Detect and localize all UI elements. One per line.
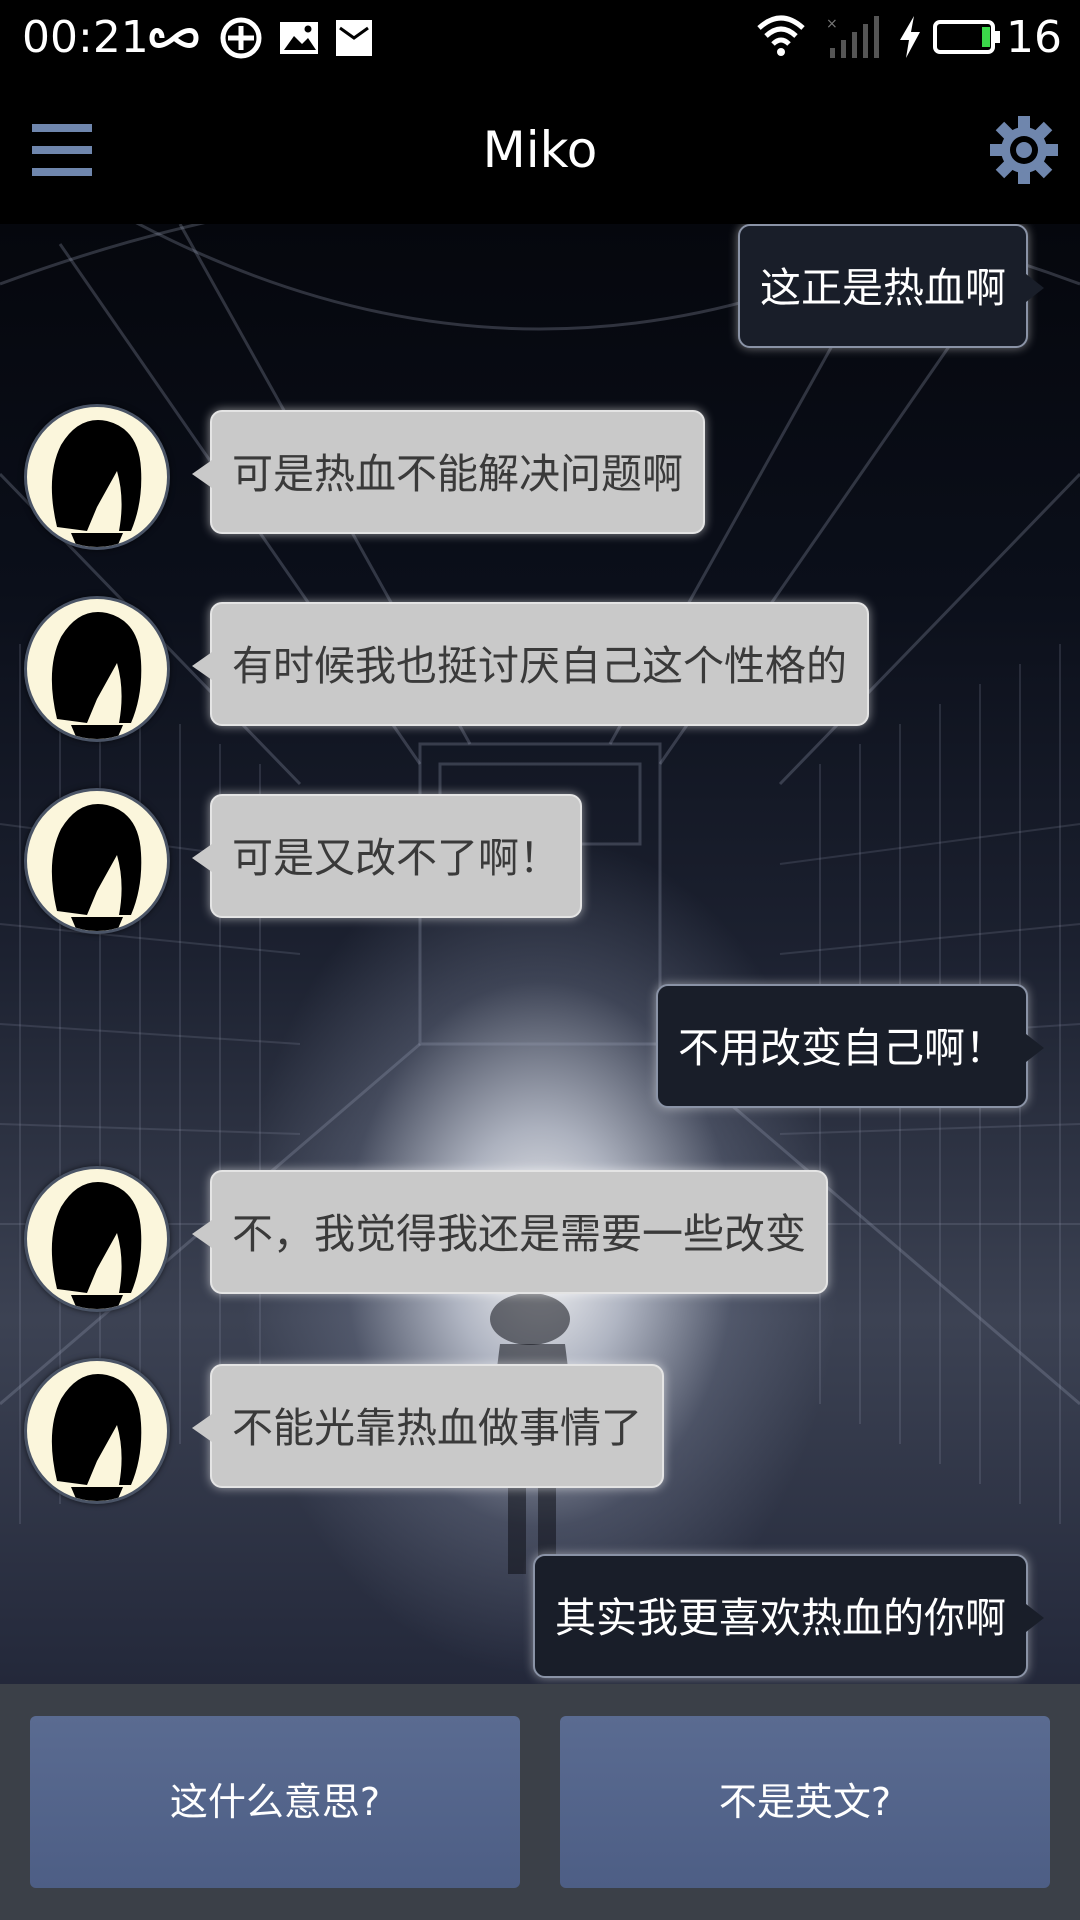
- user-message-bubble: 这正是热血啊: [738, 224, 1044, 348]
- bot-avatar[interactable]: [24, 1358, 170, 1504]
- wifi-icon: [757, 15, 805, 56]
- bot-avatar[interactable]: [24, 404, 170, 550]
- charging-icon: [900, 16, 920, 58]
- screen: 00:21 × 16 Miko 这正是热血啊 可是热血不能解决问题啊 有时候我也…: [0, 0, 1080, 1920]
- bot-message-bubble: 有时候我也挺讨厌自己这个性格的: [192, 602, 869, 726]
- character-silhouette-icon: [51, 612, 142, 739]
- bot-message-bubble: 可是又改不了啊！: [192, 794, 582, 918]
- bot-message-bubble: 可是热血不能解决问题啊: [192, 410, 705, 534]
- bot-avatar[interactable]: [24, 1166, 170, 1312]
- signal-icon: ×: [826, 16, 879, 58]
- character-silhouette-icon: [51, 1182, 142, 1309]
- bot-avatar[interactable]: [24, 788, 170, 934]
- user-message-bubble: 不用改变自己啊！: [656, 984, 1044, 1108]
- reply-option-button[interactable]: 不是英文?: [560, 1716, 1050, 1888]
- status-bar: 00:21 × 16: [0, 0, 1080, 76]
- reply-options-bar: 这什么意思? 不是英文?: [0, 1684, 1080, 1920]
- battery-level: 16: [1006, 12, 1062, 63]
- app-title: Miko: [482, 121, 598, 179]
- app-bar: Miko: [0, 76, 1080, 224]
- mail-icon: [336, 20, 372, 56]
- bot-message-bubble: 不能光靠热血做事情了: [192, 1364, 664, 1488]
- bot-message-bubble: 不，我觉得我还是需要一些改变: [192, 1170, 828, 1294]
- status-time: 00:21: [22, 12, 149, 63]
- reply-option-button[interactable]: 这什么意思?: [30, 1716, 520, 1888]
- bot-avatar[interactable]: [24, 596, 170, 742]
- chat-area[interactable]: 这正是热血啊 可是热血不能解决问题啊 有时候我也挺讨厌自己这个性格的 可是又改不…: [0, 224, 1080, 1684]
- sync-icon: [220, 17, 262, 59]
- infinity-icon: [149, 28, 199, 48]
- character-silhouette-icon: [51, 420, 142, 547]
- battery-icon: [933, 20, 1000, 54]
- image-icon: [280, 22, 318, 54]
- character-silhouette-icon: [51, 804, 142, 931]
- character-silhouette-icon: [51, 1374, 142, 1501]
- gear-icon[interactable]: [990, 116, 1058, 184]
- svg-text:×: ×: [826, 16, 838, 32]
- user-message-bubble: 其实我更喜欢热血的你啊: [533, 1554, 1044, 1678]
